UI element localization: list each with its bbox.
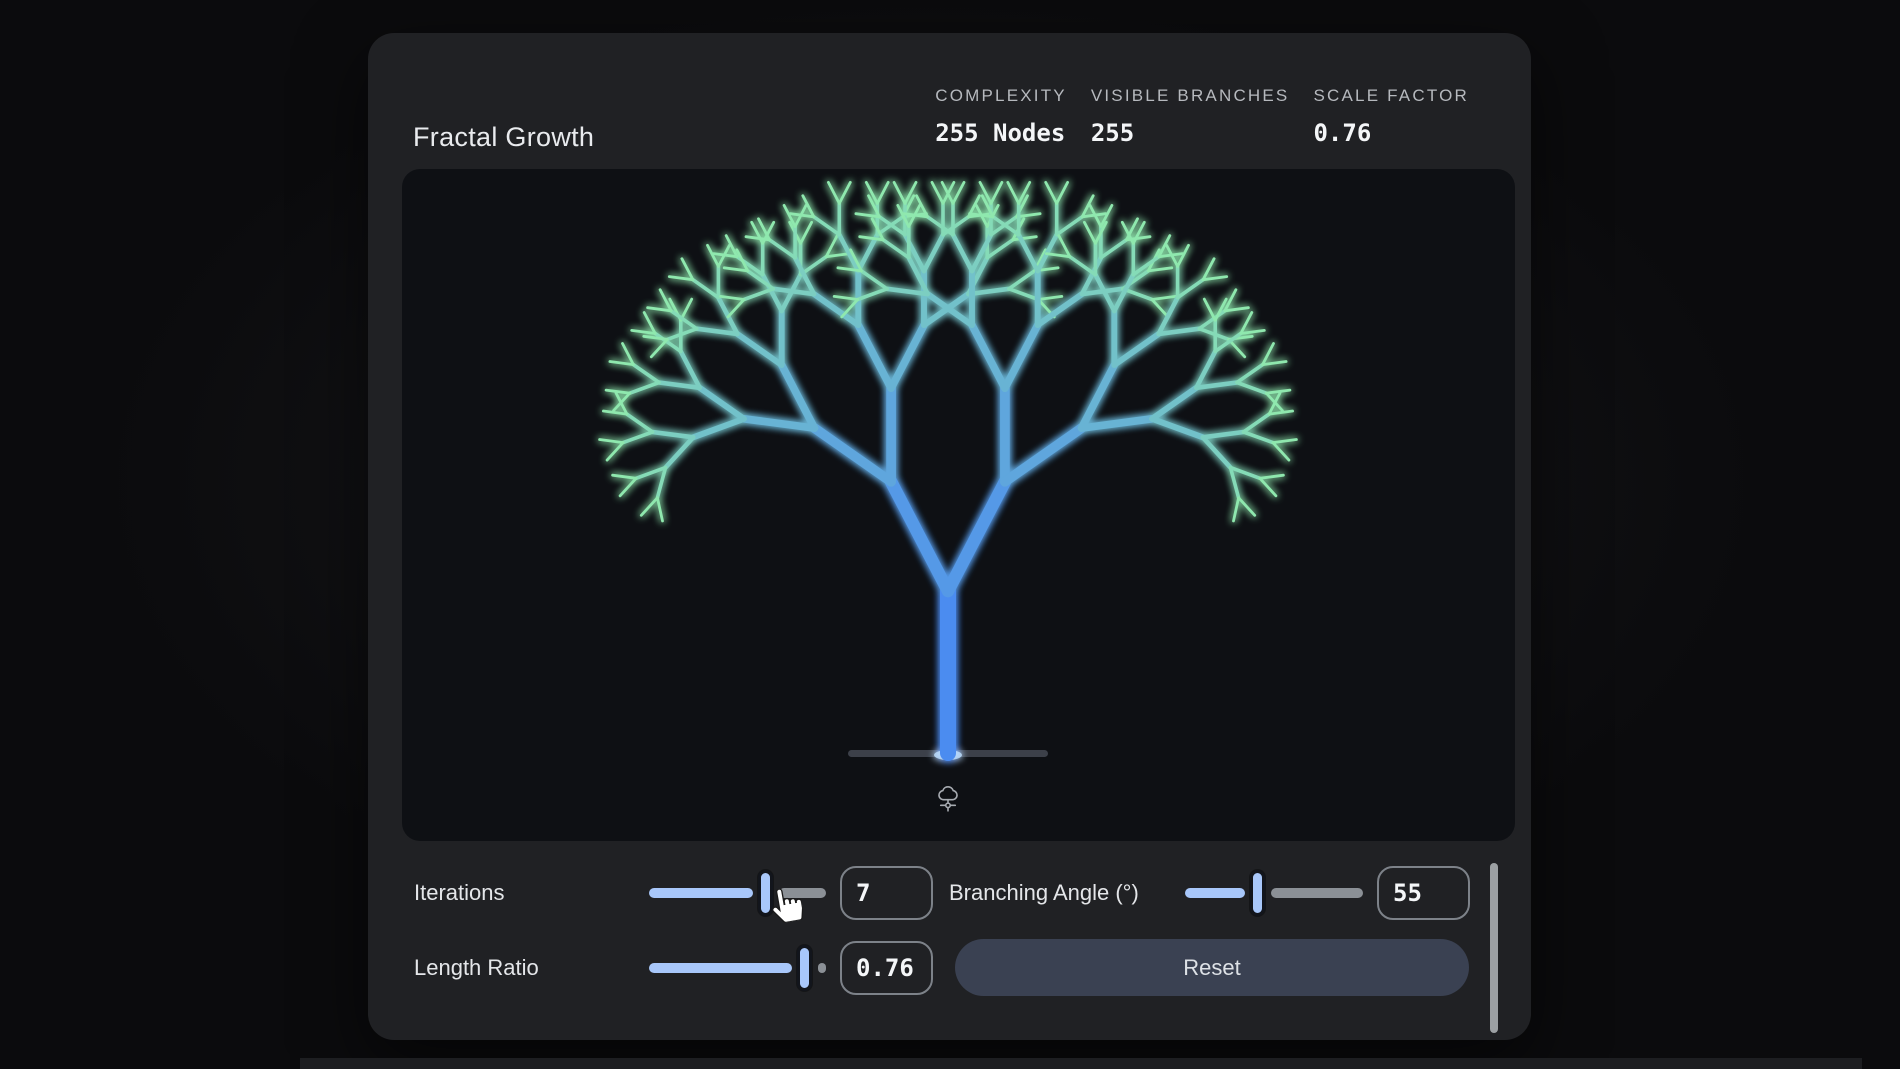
stat-complexity: COMPLEXITY 255 Nodes <box>935 86 1067 147</box>
app-background: Fractal Growth COMPLEXITY 255 Nodes VISI… <box>0 0 1900 1069</box>
fractal-growth-panel: Fractal Growth COMPLEXITY 255 Nodes VISI… <box>368 33 1531 1040</box>
stats-bar: COMPLEXITY 255 Nodes VISIBLE BRANCHES 25… <box>935 86 1469 147</box>
fractal-tree-branches <box>598 180 1298 761</box>
branching-angle-value-input[interactable]: 55 <box>1377 866 1470 920</box>
stat-value: 255 Nodes <box>935 119 1066 147</box>
stat-scale-factor: SCALE FACTOR 0.76 <box>1313 86 1469 147</box>
slider-track-unfilled <box>1270 888 1363 898</box>
branching-angle-label: Branching Angle (°) <box>949 880 1139 905</box>
length-ratio-slider-thumb[interactable] <box>797 945 813 991</box>
length-ratio-value-input[interactable]: 0.76 <box>840 941 933 995</box>
stat-label: VISIBLE BRANCHES <box>1090 86 1290 105</box>
stat-value: 0.76 <box>1313 119 1372 147</box>
slider-track-filled <box>649 963 792 973</box>
length-ratio-slider[interactable] <box>649 945 826 991</box>
hand-pointer-cursor <box>772 888 804 924</box>
iterations-value-input[interactable]: 7 <box>840 866 933 920</box>
slider-track-filled <box>1185 888 1245 898</box>
tree-icon <box>938 785 958 812</box>
reset-button[interactable]: Reset <box>955 939 1469 996</box>
iterations-label: Iterations <box>414 880 505 905</box>
stat-value: 255 <box>1090 119 1135 147</box>
fractal-canvas <box>402 169 1515 841</box>
slider-track-filled <box>649 888 753 898</box>
stat-label: COMPLEXITY <box>935 86 1067 105</box>
bottom-edge-strip <box>300 1058 1862 1069</box>
scrollbar-thumb[interactable] <box>1490 863 1498 1033</box>
stat-visible-branches: VISIBLE BRANCHES 255 <box>1091 86 1290 147</box>
fractal-tree-svg <box>598 180 1298 761</box>
page-title: Fractal Growth <box>413 122 595 152</box>
slider-track-unfilled <box>817 963 826 973</box>
branching-angle-slider-thumb[interactable] <box>1250 870 1266 916</box>
stat-label: SCALE FACTOR <box>1313 86 1469 105</box>
length-ratio-label: Length Ratio <box>414 955 539 980</box>
branching-angle-slider[interactable] <box>1185 870 1363 916</box>
